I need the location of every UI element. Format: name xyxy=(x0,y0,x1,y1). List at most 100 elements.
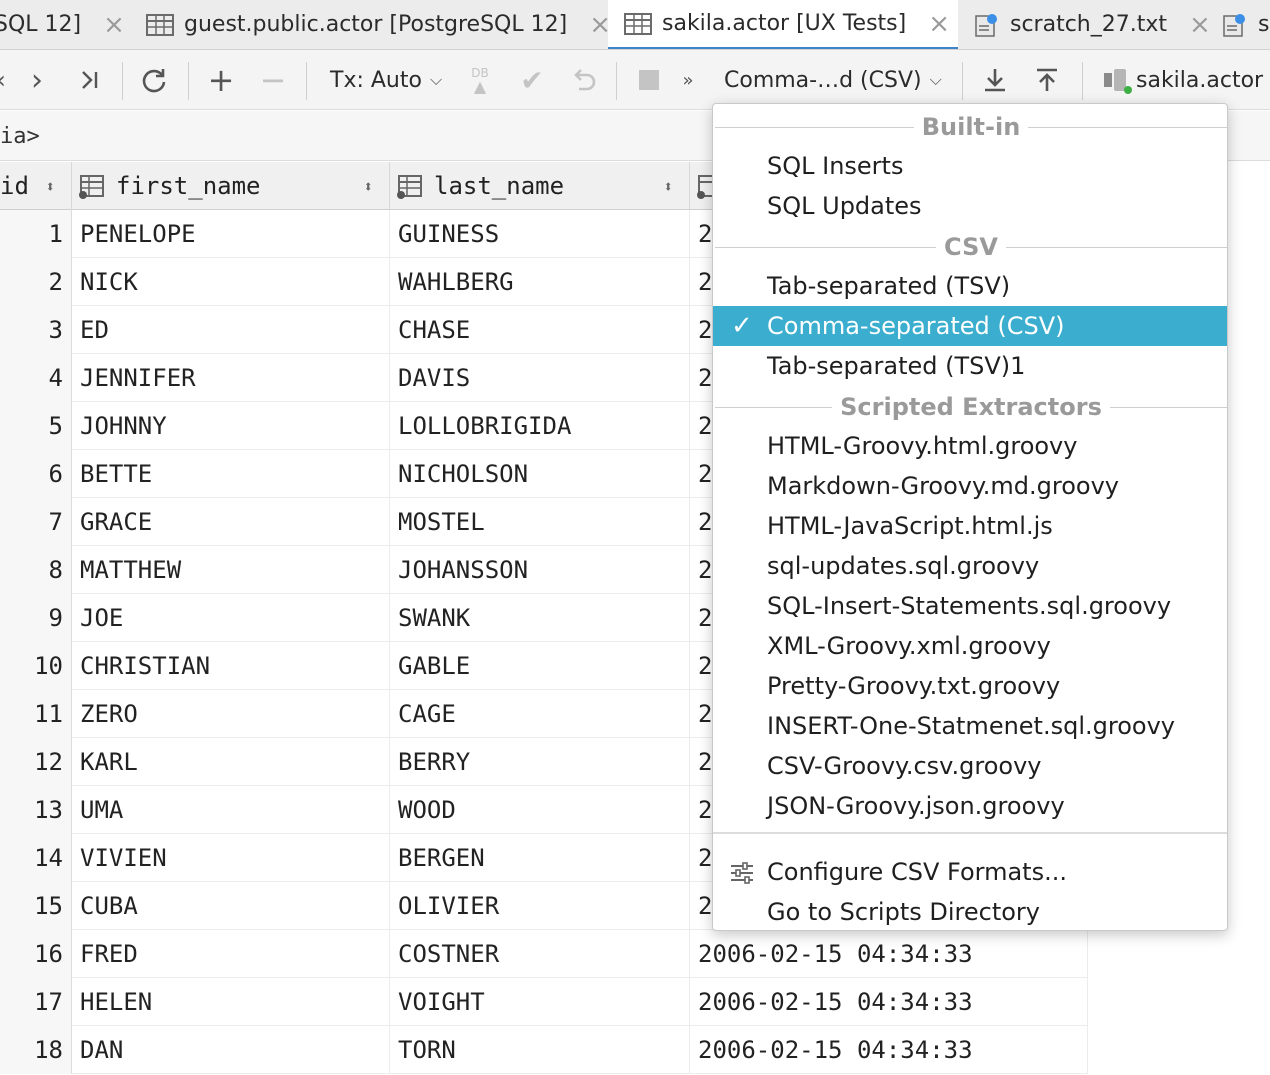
cell-id[interactable]: 15 xyxy=(0,882,72,930)
cell-last-name[interactable]: WAHLBERG xyxy=(390,258,690,306)
go-to-scripts-directory-item[interactable]: Go to Scripts Directory xyxy=(713,892,1227,932)
cell-id[interactable]: 11 xyxy=(0,690,72,738)
menu-item[interactable]: HTML-Groovy.html.groovy xyxy=(713,426,1227,466)
stop-icon[interactable] xyxy=(634,50,664,110)
cell-last-name[interactable]: WOOD xyxy=(390,786,690,834)
menu-item[interactable]: Pretty-Groovy.txt.groovy xyxy=(713,666,1227,706)
menu-item[interactable]: Tab-separated (TSV)1 xyxy=(713,346,1227,386)
cell-last-name[interactable]: BERRY xyxy=(390,738,690,786)
cell-last-name[interactable]: SWANK xyxy=(390,594,690,642)
previous-page-icon[interactable]: ‹ xyxy=(0,50,16,110)
cell-id[interactable]: 4 xyxy=(0,354,72,402)
cell-id[interactable]: 12 xyxy=(0,738,72,786)
cell-first-name[interactable]: VIVIEN xyxy=(72,834,390,882)
cell-first-name[interactable]: FRED xyxy=(72,930,390,978)
extractor-dropdown[interactable]: Comma-…d (CSV) ⌵ xyxy=(724,50,942,110)
menu-item[interactable]: CSV-Groovy.csv.groovy xyxy=(713,746,1227,786)
cell-first-name[interactable]: CUBA xyxy=(72,882,390,930)
cell-last-update[interactable]: 2006-02-15 04:34:33 xyxy=(690,930,1088,978)
close-icon[interactable]: × xyxy=(1189,12,1211,38)
submit-check-icon[interactable]: ✔ xyxy=(514,50,550,110)
cell-first-name[interactable]: KARL xyxy=(72,738,390,786)
cell-id[interactable]: 8 xyxy=(0,546,72,594)
cell-last-name[interactable]: MOSTEL xyxy=(390,498,690,546)
cell-first-name[interactable]: HELEN xyxy=(72,978,390,1026)
cell-id[interactable]: 14 xyxy=(0,834,72,882)
cell-first-name[interactable]: JOHNNY xyxy=(72,402,390,450)
column-header-first-name[interactable]: first_name ⬍ xyxy=(72,162,390,210)
cell-last-name[interactable]: COSTNER xyxy=(390,930,690,978)
menu-item[interactable]: SQL Updates xyxy=(713,186,1227,226)
cell-first-name[interactable]: NICK xyxy=(72,258,390,306)
export-download-icon[interactable] xyxy=(978,50,1012,110)
cell-first-name[interactable]: DAN xyxy=(72,1026,390,1074)
tab-guest-public-actor[interactable]: guest.public.actor [PostgreSQL 12] × xyxy=(146,0,611,49)
menu-item[interactable]: Tab-separated (TSV) xyxy=(713,266,1227,306)
menu-item[interactable]: SQL-Insert-Statements.sql.groovy xyxy=(713,586,1227,626)
menu-item[interactable]: Markdown-Groovy.md.groovy xyxy=(713,466,1227,506)
cell-first-name[interactable]: ED xyxy=(72,306,390,354)
cell-id[interactable]: 18 xyxy=(0,1026,72,1074)
tab-sakila-actor[interactable]: sakila.actor [UX Tests] × xyxy=(608,0,958,49)
cell-last-name[interactable]: GABLE xyxy=(390,642,690,690)
transaction-mode-dropdown[interactable]: Tx: Auto ⌵ xyxy=(330,50,442,110)
datasource-selector[interactable]: sakila.actor ⌵ xyxy=(1100,50,1270,110)
cell-last-name[interactable]: GUINESS xyxy=(390,210,690,258)
cell-last-name[interactable]: CAGE xyxy=(390,690,690,738)
cell-last-name[interactable]: CHASE xyxy=(390,306,690,354)
cell-last-name[interactable]: VOIGHT xyxy=(390,978,690,1026)
cell-id[interactable]: 2 xyxy=(0,258,72,306)
cell-id[interactable]: 1 xyxy=(0,210,72,258)
table-row[interactable]: 17 HELEN VOIGHT 2006-02-15 04:34:33 xyxy=(0,978,1088,1026)
menu-item[interactable]: INSERT-One-Statmenet.sql.groovy xyxy=(713,706,1227,746)
last-page-icon[interactable] xyxy=(72,50,106,110)
cell-last-name[interactable]: OLIVIER xyxy=(390,882,690,930)
menu-item[interactable]: SQL Inserts xyxy=(713,146,1227,186)
cell-id[interactable]: 9 xyxy=(0,594,72,642)
tab-scratch-overflow[interactable]: s xyxy=(1220,0,1270,49)
cell-last-name[interactable]: BERGEN xyxy=(390,834,690,882)
column-header-id[interactable]: id ⬍ xyxy=(0,162,72,210)
cell-first-name[interactable]: JOE xyxy=(72,594,390,642)
add-row-icon[interactable]: + xyxy=(204,50,238,110)
tab-scratch-27[interactable]: scratch_27.txt × xyxy=(972,0,1211,49)
cell-first-name[interactable]: BETTE xyxy=(72,450,390,498)
sort-icon[interactable]: ⬍ xyxy=(663,177,673,196)
cell-last-update[interactable]: 2006-02-15 04:34:33 xyxy=(690,1026,1088,1074)
table-row[interactable]: 18 DAN TORN 2006-02-15 04:34:33 xyxy=(0,1026,1088,1074)
cell-id[interactable]: 17 xyxy=(0,978,72,1026)
filter-criteria-text[interactable]: ia> xyxy=(0,111,40,161)
configure-csv-formats-item[interactable]: Configure CSV Formats... xyxy=(713,852,1227,892)
cell-first-name[interactable]: ZERO xyxy=(72,690,390,738)
column-header-last-name[interactable]: last_name ⬍ xyxy=(390,162,690,210)
cell-id[interactable]: 16 xyxy=(0,930,72,978)
table-row[interactable]: 16 FRED COSTNER 2006-02-15 04:34:33 xyxy=(0,930,1088,978)
menu-item[interactable]: XML-Groovy.xml.groovy xyxy=(713,626,1227,666)
cell-last-name[interactable]: JOHANSSON xyxy=(390,546,690,594)
cell-id[interactable]: 13 xyxy=(0,786,72,834)
cell-first-name[interactable]: CHRISTIAN xyxy=(72,642,390,690)
cell-last-update[interactable]: 2006-02-15 04:34:33 xyxy=(690,978,1088,1026)
cell-first-name[interactable]: GRACE xyxy=(72,498,390,546)
cell-last-name[interactable]: TORN xyxy=(390,1026,690,1074)
cell-id[interactable]: 5 xyxy=(0,402,72,450)
menu-item[interactable]: JSON-Groovy.json.groovy xyxy=(713,786,1227,826)
more-actions-icon[interactable]: » xyxy=(676,50,700,110)
cell-id[interactable]: 10 xyxy=(0,642,72,690)
cell-first-name[interactable]: UMA xyxy=(72,786,390,834)
cell-last-name[interactable]: LOLLOBRIGIDA xyxy=(390,402,690,450)
cell-first-name[interactable]: PENELOPE xyxy=(72,210,390,258)
cell-first-name[interactable]: JENNIFER xyxy=(72,354,390,402)
close-icon[interactable]: × xyxy=(928,11,950,37)
sort-icon[interactable]: ⬍ xyxy=(45,177,55,196)
cell-id[interactable]: 7 xyxy=(0,498,72,546)
menu-item[interactable]: HTML-JavaScript.html.js xyxy=(713,506,1227,546)
revert-icon[interactable] xyxy=(566,50,602,110)
menu-item[interactable]: ✓ Comma-separated (CSV) xyxy=(713,306,1227,346)
close-icon[interactable]: × xyxy=(103,12,125,38)
tab-postgresql-12[interactable]: SQL 12] × xyxy=(0,0,125,49)
cell-id[interactable]: 6 xyxy=(0,450,72,498)
delete-row-icon[interactable]: − xyxy=(256,50,290,110)
import-upload-icon[interactable] xyxy=(1030,50,1064,110)
cell-last-name[interactable]: DAVIS xyxy=(390,354,690,402)
